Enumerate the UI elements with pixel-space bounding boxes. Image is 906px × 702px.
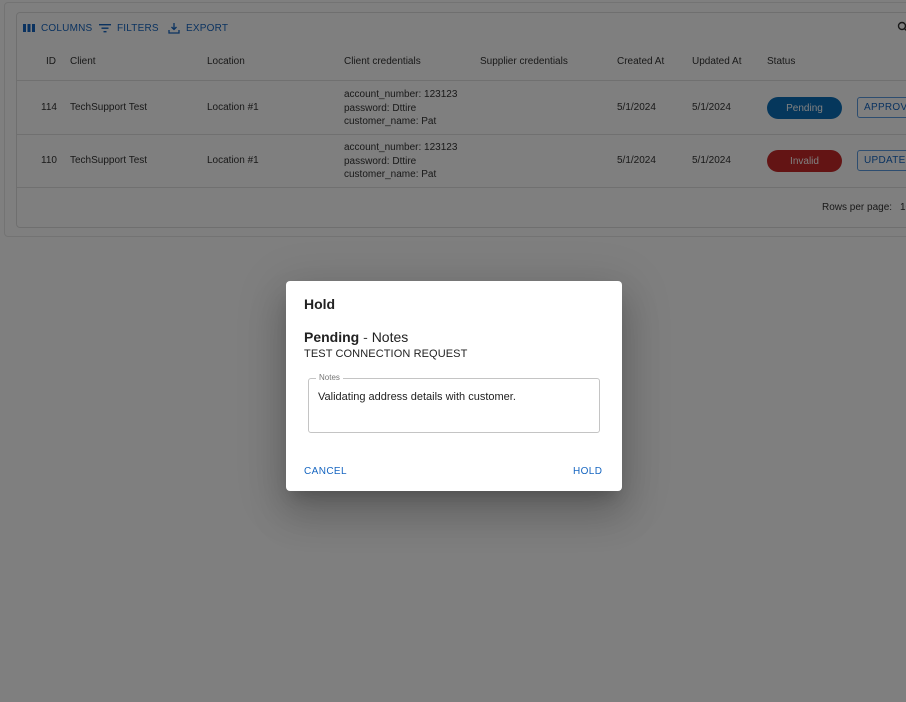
dialog-notes-word: Notes: [371, 329, 409, 345]
dialog-separator: -: [359, 329, 372, 345]
hold-dialog: Hold Pending - Notes TEST CONNECTION REQ…: [286, 281, 622, 491]
cancel-button[interactable]: CANCEL: [304, 466, 347, 477]
dialog-subtitle: Pending - Notes: [304, 329, 408, 345]
notes-field[interactable]: Notes Validating address details with cu…: [308, 373, 600, 433]
hold-button[interactable]: HOLD: [573, 466, 602, 477]
notes-textarea[interactable]: Validating address details with customer…: [318, 391, 590, 415]
dialog-status-word: Pending: [304, 329, 360, 345]
request-type: TEST CONNECTION REQUEST: [304, 348, 468, 360]
dialog-title: Hold: [304, 296, 336, 312]
notes-label: Notes: [316, 373, 343, 382]
